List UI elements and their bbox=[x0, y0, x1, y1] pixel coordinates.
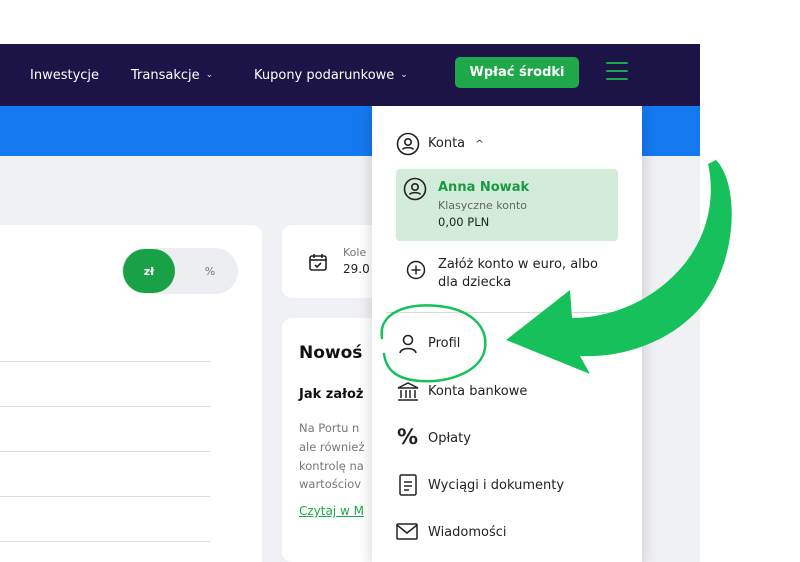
news-text-line: ale również bbox=[299, 440, 365, 454]
app-screen: Inwestycje Transakcje ⌄ Kupony podarunko… bbox=[0, 0, 800, 562]
deposit-button[interactable]: Wpłać środki bbox=[455, 57, 579, 88]
person-icon bbox=[399, 334, 417, 354]
date-value: 29.0 bbox=[343, 262, 370, 276]
menu-item-label: Wiadomości bbox=[428, 525, 507, 540]
account-holder-name: Anna Nowak bbox=[438, 180, 530, 195]
create-account-label-cont: dla dziecka bbox=[438, 275, 512, 290]
toggle-option-percent[interactable]: % bbox=[190, 249, 230, 293]
nav-item-inwestycje[interactable]: Inwestycje bbox=[30, 44, 99, 106]
user-circle-icon bbox=[403, 177, 427, 201]
menu-item-label: Wyciągi i dokumenty bbox=[428, 478, 565, 493]
menu-item-label: Profil bbox=[428, 336, 461, 351]
news-text-line: wartościov bbox=[299, 477, 362, 491]
nav-item-transakcje[interactable]: Transakcje ⌄ bbox=[131, 44, 213, 106]
nav-item-label: Kupony podarunkowe bbox=[254, 67, 395, 83]
news-read-more-link[interactable]: Czytaj w M bbox=[299, 504, 364, 518]
document-icon bbox=[399, 474, 417, 496]
plus-circle-icon bbox=[406, 260, 426, 280]
calendar-icon bbox=[309, 254, 327, 271]
create-account-label: Załóż konto w euro, albo bbox=[438, 257, 598, 272]
menu-item-label: Opłaty bbox=[428, 431, 471, 446]
divider bbox=[386, 312, 632, 313]
accounts-section-toggle[interactable]: Konta ^ bbox=[428, 136, 484, 151]
divider bbox=[0, 541, 210, 542]
divider bbox=[0, 451, 210, 452]
news-text-line: kontrolę na bbox=[299, 459, 364, 473]
bank-icon bbox=[397, 382, 419, 401]
toggle-option-currency[interactable]: zł bbox=[123, 249, 175, 293]
chevron-down-icon: ⌄ bbox=[400, 70, 408, 80]
chevron-down-icon: ⌄ bbox=[205, 70, 214, 80]
account-type: Klasyczne konto bbox=[438, 199, 528, 212]
chevron-up-icon: ^ bbox=[475, 139, 484, 150]
news-title: Nowoś bbox=[299, 343, 363, 363]
percent-icon: % bbox=[397, 425, 419, 449]
nav-item-label: Inwestycje bbox=[30, 67, 100, 83]
divider bbox=[0, 361, 210, 362]
account-balance: 0,00 PLN bbox=[438, 215, 490, 229]
date-label: Kole bbox=[343, 246, 367, 259]
divider bbox=[0, 496, 210, 497]
news-text-line: Na Portu n bbox=[299, 421, 360, 435]
hamburger-icon[interactable] bbox=[606, 62, 628, 80]
envelope-icon bbox=[396, 523, 418, 540]
nav-item-kupony-podarunkowe[interactable]: Kupony podarunkowe ⌄ bbox=[254, 44, 408, 106]
nav-item-label: Transakcje bbox=[131, 67, 200, 83]
news-subtitle: Jak założ bbox=[299, 387, 364, 402]
accounts-label: Konta bbox=[428, 136, 466, 151]
menu-item-label: Konta bankowe bbox=[428, 384, 528, 399]
user-circle-icon bbox=[396, 132, 420, 156]
divider bbox=[0, 406, 210, 407]
